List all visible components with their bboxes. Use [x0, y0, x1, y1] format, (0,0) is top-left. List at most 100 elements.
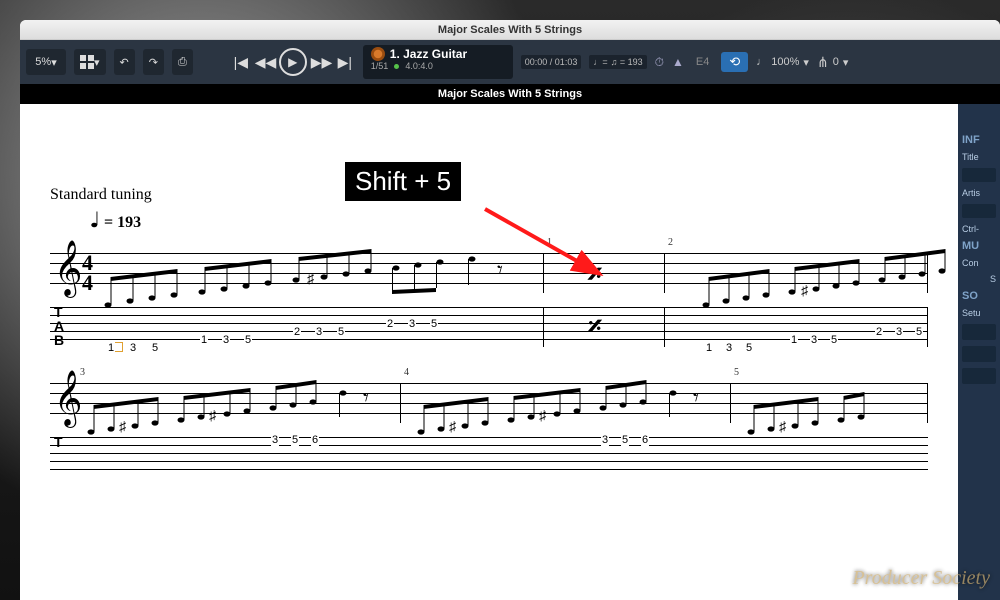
tab-staff-system-1: T A B 1 3 5 1 3 5 2 3 5 2 3	[50, 307, 928, 347]
playback-speed[interactable]: ♩ 100% ▾	[756, 56, 809, 69]
barline-icon	[400, 383, 401, 423]
main-area: Standard tuning = 193 𝄞 4 4 1 2	[20, 104, 1000, 600]
tuning-control[interactable]: ⋔ 0 ▾	[817, 54, 848, 71]
grid-icon	[80, 55, 94, 69]
metronome-icon[interactable]: ⏱	[655, 55, 664, 70]
guitar-icon	[371, 47, 385, 61]
panel-label-s: S	[962, 274, 996, 284]
layout-button[interactable]: ▾	[74, 49, 106, 75]
zoom-dropdown[interactable]: 5% ▾	[26, 49, 66, 75]
panel-heading-info: INF	[962, 134, 996, 146]
score-view[interactable]: Standard tuning = 193 𝄞 4 4 1 2	[20, 104, 958, 600]
undo-icon: ↶	[120, 56, 129, 69]
play-icon: ▶	[288, 55, 297, 69]
beat-info: 4.0:4.0	[405, 61, 433, 71]
fast-forward-button[interactable]: ▶▶	[311, 54, 331, 71]
tempo-marking: = 193	[90, 210, 928, 233]
staff-system-2: 𝄞 3 4 5 ♯	[50, 383, 928, 423]
staff-system-1: 𝄞 4 4 1 2	[50, 253, 928, 293]
svg-text:♯: ♯	[539, 409, 547, 424]
main-toolbar: 5% ▾ ▾ ↶ ↷ ⎙ |◀ ◀◀ ▶ ▶▶ ▶| 1. Jazz Guita…	[20, 40, 1000, 84]
tab-clef: T	[54, 435, 63, 449]
loop-icon: ⟲	[729, 54, 740, 69]
title-field[interactable]	[962, 168, 996, 182]
shortcut-text: Shift + 5	[355, 166, 451, 196]
document-subheader: Major Scales With 5 Strings	[20, 84, 1000, 104]
status-group: 00:00 / 01:03 ♩=♫ = 193	[521, 55, 647, 69]
time-sig-bottom: 4	[82, 273, 93, 293]
panel-heading-music: MU	[962, 240, 996, 252]
panel-slider-2[interactable]	[962, 346, 996, 362]
chevron-down-icon: ▾	[803, 56, 809, 69]
artist-field[interactable]	[962, 204, 996, 218]
barline-icon	[730, 383, 731, 423]
speed-icon: ♩	[756, 56, 767, 68]
svg-text:♯: ♯	[307, 272, 315, 287]
play-button[interactable]: ▶	[279, 48, 307, 76]
svg-text:𝄾: 𝄾	[497, 257, 503, 282]
chevron-down-icon: ▾	[51, 56, 57, 69]
countdown-icon[interactable]: ▲	[672, 55, 684, 69]
bar-position: 1/51	[371, 61, 389, 71]
inspector-panel[interactable]: INF Title Artis Ctrl- MU Con S SO Setu	[958, 104, 1000, 600]
svg-text:♯: ♯	[209, 409, 217, 424]
panel-label-setup: Setu	[962, 308, 996, 318]
measure-number: 4	[404, 367, 409, 378]
barline-icon	[664, 253, 665, 293]
document-title: Major Scales With 5 Strings	[438, 88, 582, 100]
barline-icon	[927, 307, 928, 347]
svg-text:♯: ♯	[119, 420, 127, 435]
shortcut-overlay: Shift + 5	[345, 162, 461, 201]
panel-slider-3[interactable]	[962, 368, 996, 384]
panel-label-title: Title	[962, 152, 996, 162]
tempo-value-text: = 193	[104, 214, 141, 231]
go-to-start-button[interactable]: |◀	[231, 54, 251, 71]
chevron-down-icon: ▾	[843, 56, 849, 69]
zoom-value: 5%	[35, 56, 51, 68]
print-button[interactable]: ⎙	[172, 49, 193, 75]
panel-heading-sound: SO	[962, 290, 996, 302]
rewind-button[interactable]: ◀◀	[255, 54, 275, 71]
tab-lines	[50, 437, 928, 477]
panel-label-con: Con	[962, 258, 996, 268]
redo-button[interactable]: ↷	[143, 49, 164, 75]
transport-controls: |◀ ◀◀ ▶ ▶▶ ▶|	[231, 48, 355, 76]
barline-icon	[543, 253, 544, 293]
window-title: Major Scales With 5 Strings	[438, 24, 582, 36]
measure-number: 1	[547, 237, 552, 248]
svg-text:♯: ♯	[801, 284, 809, 299]
playback-speed-value: 100%	[771, 56, 799, 68]
track-info-panel[interactable]: 1. Jazz Guitar 1/51 4.0:4.0	[363, 45, 513, 79]
undo-button[interactable]: ↶	[114, 49, 135, 75]
track-name: 1. Jazz Guitar	[390, 47, 467, 61]
treble-clef-icon: 𝄞	[54, 375, 82, 423]
simile-mark: 𝄎	[588, 259, 602, 292]
measure-number: 5	[734, 367, 739, 378]
treble-clef-icon: 𝄞	[54, 245, 82, 293]
svg-text:𝄾: 𝄾	[363, 385, 369, 410]
svg-text:𝄾: 𝄾	[693, 385, 699, 410]
tab-clef: T A B	[54, 305, 64, 347]
tuning-fork-icon: ⋔	[817, 54, 829, 71]
app-window: Major Scales With 5 Strings 5% ▾ ▾ ↶ ↷ ⎙…	[20, 20, 1000, 600]
time-signature: 4 4	[82, 253, 93, 293]
tuning-value: 0	[833, 56, 839, 68]
quarter-note-icon	[90, 210, 100, 233]
tempo-readout: 193	[628, 57, 643, 67]
tab-staff-system-2: T 3 5 6 3 5 6	[50, 437, 928, 477]
tempo-symbol: ♩=	[593, 57, 607, 67]
print-icon: ⎙	[178, 56, 187, 69]
barline-icon	[664, 307, 665, 347]
chord-indicator: E4	[696, 56, 709, 68]
go-to-end-button[interactable]: ▶|	[335, 54, 355, 71]
svg-text:♯: ♯	[449, 420, 457, 435]
simile-mark: 𝄎	[588, 311, 602, 344]
barline-icon	[543, 307, 544, 347]
panel-slider-1[interactable]	[962, 324, 996, 340]
window-titlebar: Major Scales With 5 Strings	[20, 20, 1000, 40]
measure-number: 2	[668, 237, 673, 248]
panel-label-ctrl: Ctrl-	[962, 224, 996, 234]
svg-text:♯: ♯	[779, 420, 787, 435]
chevron-down-icon: ▾	[94, 56, 100, 69]
loop-button[interactable]: ⟲	[721, 52, 748, 72]
